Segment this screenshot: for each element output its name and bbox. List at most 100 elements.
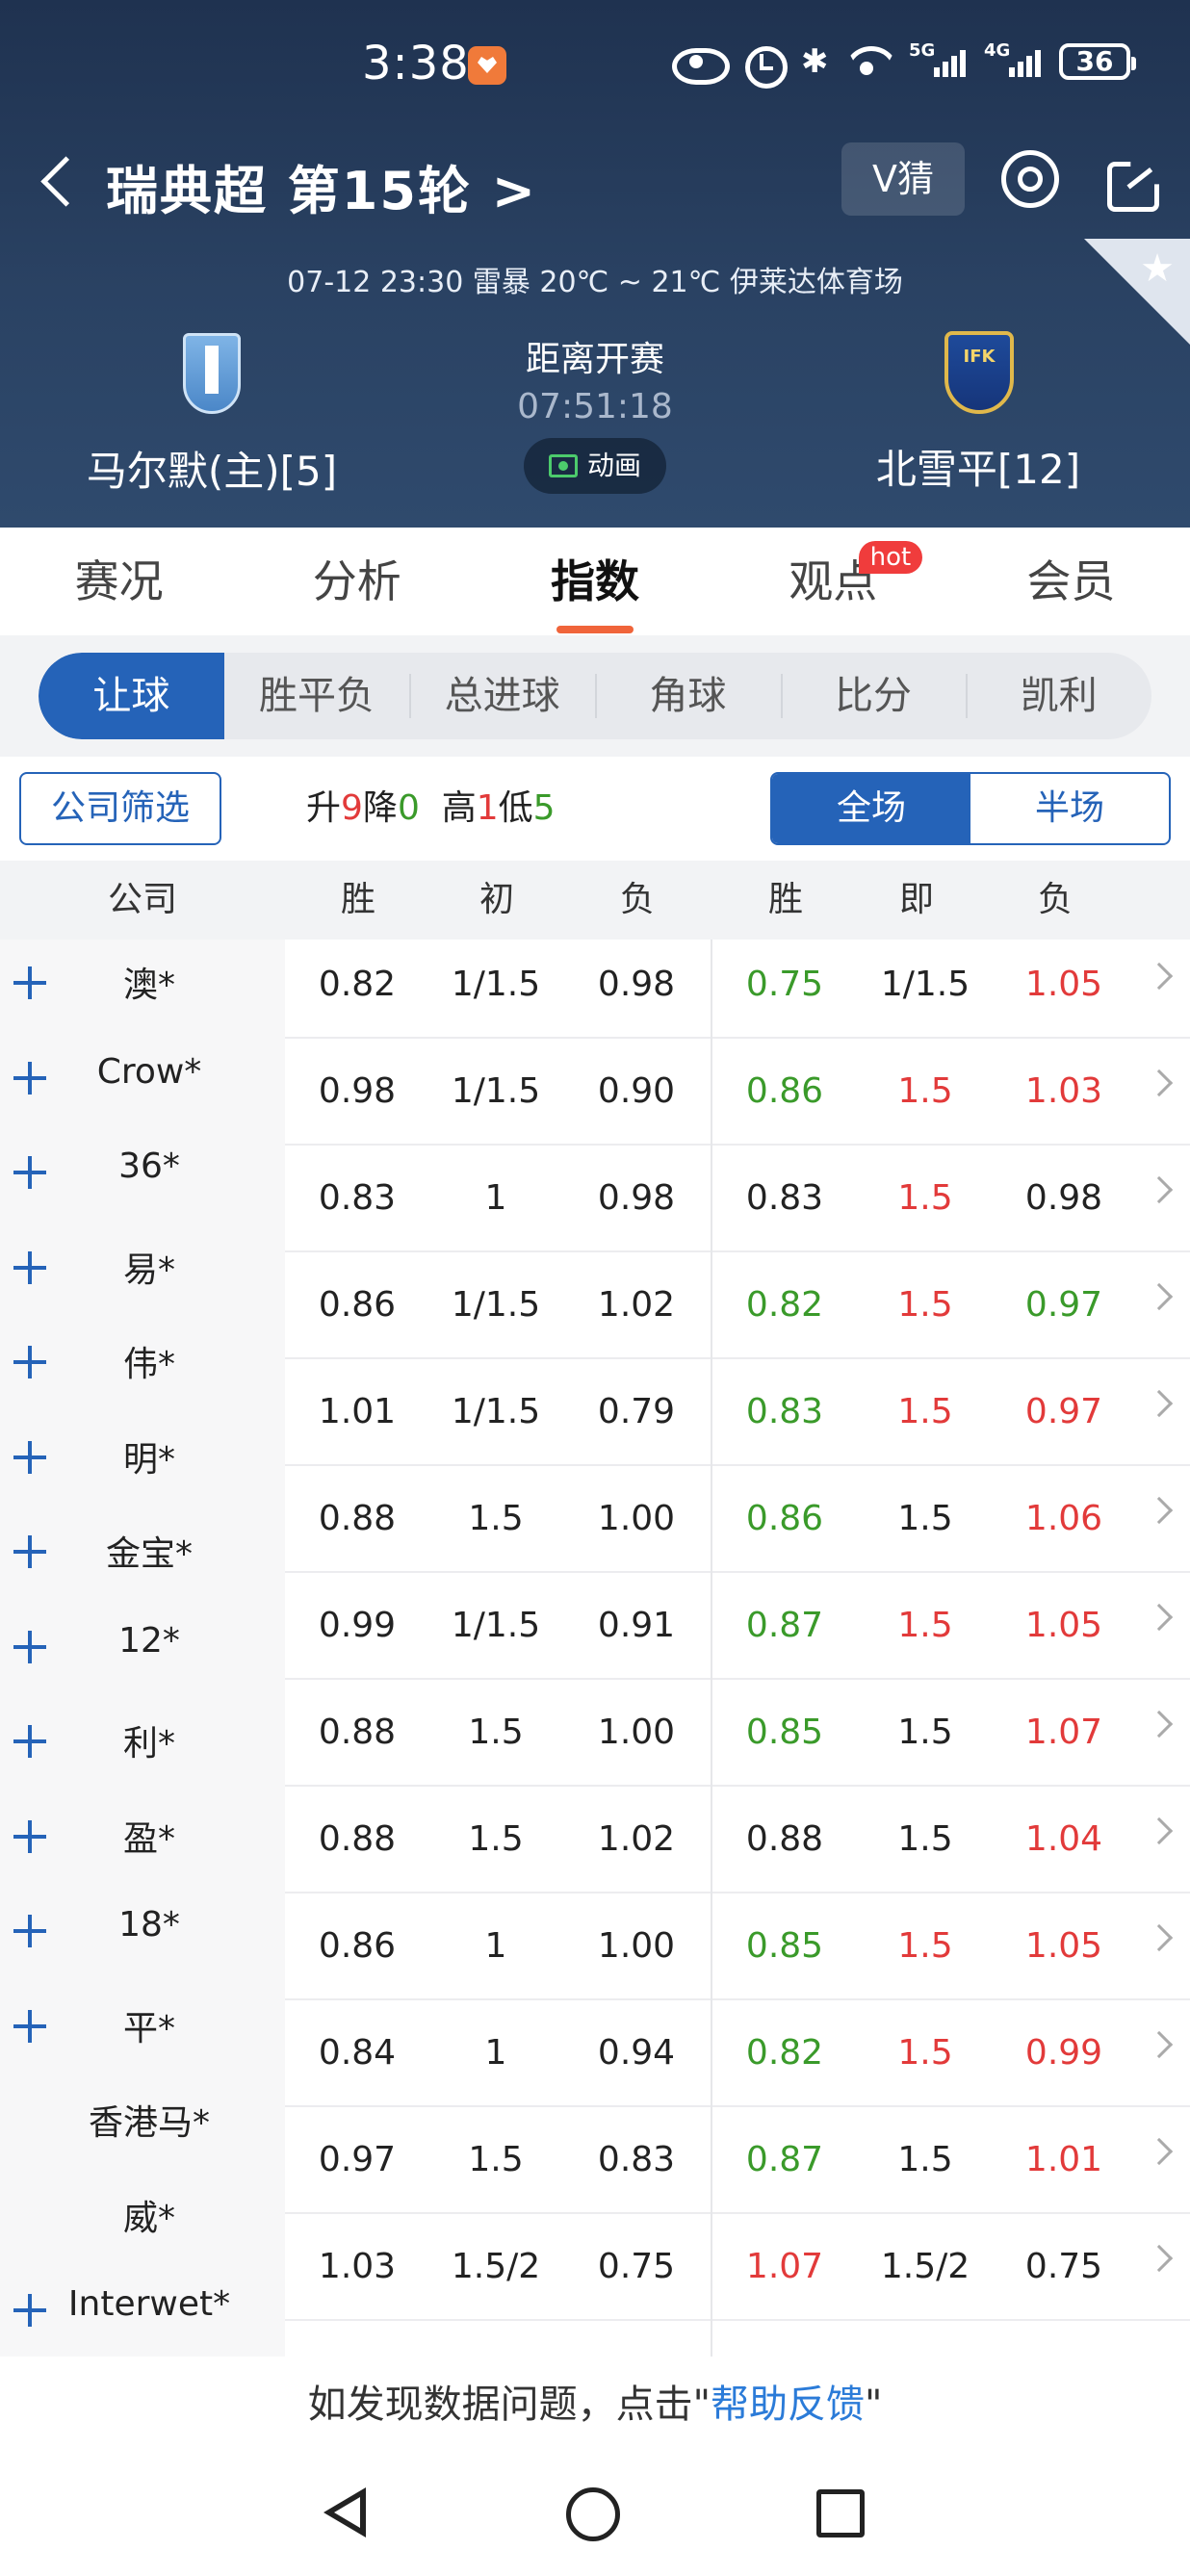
target-icon[interactable] bbox=[1001, 150, 1059, 208]
company-row[interactable]: 威* bbox=[0, 2173, 285, 2267]
company-row[interactable]: 平* bbox=[0, 1983, 285, 2077]
chevron-right-icon[interactable] bbox=[1145, 1282, 1174, 1311]
half-time-option[interactable]: 半场 bbox=[970, 774, 1169, 843]
chevron-right-icon[interactable] bbox=[1145, 2030, 1174, 2059]
chevron-right-icon[interactable] bbox=[1145, 2244, 1174, 2273]
chevron-right-icon[interactable] bbox=[1145, 962, 1174, 991]
odds-row[interactable]: 0.86 1/1.5 1.02 0.82 1.5 0.97 bbox=[285, 1252, 1190, 1359]
company-row[interactable]: 盈* bbox=[0, 1793, 285, 1888]
subtab-kelly[interactable]: 凯利 bbox=[966, 653, 1151, 739]
init-handicap: 1.5 bbox=[468, 2140, 524, 2179]
init-away-odds: 0.98 bbox=[597, 965, 676, 1004]
help-feedback-link[interactable]: 帮助反馈 bbox=[711, 2383, 865, 2427]
subtab-total-goals[interactable]: 总进球 bbox=[409, 653, 595, 739]
live-home-odds: 0.82 bbox=[745, 2033, 824, 2073]
company-row[interactable]: 澳* bbox=[0, 940, 285, 1034]
tab-odds[interactable]: 指数 bbox=[476, 528, 713, 635]
vguess-button[interactable]: V猜 bbox=[841, 142, 965, 216]
odds-row[interactable]: 0.88 1.5 1.02 0.88 1.5 1.04 bbox=[285, 1787, 1190, 1893]
odds-row[interactable]: 0.88 1.5 1.00 0.85 1.5 1.07 bbox=[285, 1680, 1190, 1787]
tab-opinions[interactable]: 观点 hot bbox=[714, 528, 952, 635]
back-icon[interactable] bbox=[37, 156, 79, 206]
chevron-right-icon[interactable] bbox=[1145, 1710, 1174, 1739]
company-name: 威* bbox=[122, 2198, 175, 2238]
odds-row[interactable]: 0.84 1 0.94 0.82 1.5 0.99 bbox=[285, 2000, 1190, 2107]
chevron-right-icon[interactable] bbox=[1145, 1389, 1174, 1418]
odds-row[interactable]: 0.98 1/1.5 0.90 0.86 1.5 1.03 bbox=[285, 1039, 1190, 1146]
odds-row[interactable]: 0.99 1/1.5 0.91 0.87 1.5 1.05 bbox=[285, 1573, 1190, 1680]
live-handicap: 1.5 bbox=[897, 1819, 953, 1859]
company-row[interactable]: 香港马* bbox=[0, 2077, 285, 2172]
live-handicap: 1.5 bbox=[897, 2140, 953, 2179]
chevron-right-icon[interactable] bbox=[1145, 1923, 1174, 1952]
tab-analysis[interactable]: 分析 bbox=[238, 528, 476, 635]
chevron-right-icon[interactable] bbox=[1145, 1069, 1174, 1097]
init-away-odds: 0.75 bbox=[597, 2247, 676, 2286]
nav-recent-icon[interactable] bbox=[816, 2489, 865, 2537]
hot-badge: hot bbox=[858, 541, 923, 574]
company-row[interactable]: 利* bbox=[0, 1698, 285, 1792]
home-team-logo bbox=[178, 333, 246, 424]
live-handicap: 1.5 bbox=[897, 1606, 953, 1645]
share-icon[interactable] bbox=[1107, 152, 1159, 204]
company-row[interactable]: Crow* bbox=[0, 1035, 285, 1129]
init-away-odds: 1.00 bbox=[597, 1926, 676, 1966]
company-row[interactable]: Interwet* bbox=[0, 2267, 285, 2357]
league-round-title[interactable]: 瑞典超 第15轮 > bbox=[106, 148, 537, 224]
init-home-odds: 1.03 bbox=[318, 2247, 397, 2286]
away-team[interactable]: 北雪平[12] bbox=[815, 327, 1142, 496]
column-divider bbox=[711, 940, 712, 2357]
company-row[interactable]: 伟* bbox=[0, 1319, 285, 1413]
full-time-option[interactable]: 全场 bbox=[772, 774, 970, 843]
odds-row[interactable]: 0.88 1.5 1.00 0.86 1.5 1.06 bbox=[285, 1466, 1190, 1573]
nav-home-icon[interactable] bbox=[566, 2487, 620, 2541]
init-handicap: 1/1.5 bbox=[451, 1392, 541, 1431]
init-home-odds: 0.88 bbox=[318, 1819, 397, 1859]
header-live-line: 即 bbox=[898, 880, 934, 919]
chevron-right-icon[interactable] bbox=[1145, 2137, 1174, 2166]
company-name: 12* bbox=[118, 1620, 180, 1661]
company-row[interactable]: 明* bbox=[0, 1414, 285, 1508]
company-row[interactable]: 18* bbox=[0, 1888, 285, 1982]
odds-row[interactable]: 0.86 1 1.00 0.85 1.5 1.05 bbox=[285, 1893, 1190, 2000]
chevron-right-icon[interactable] bbox=[1145, 1816, 1174, 1845]
odds-table: 澳* Crow* 36* 易* 伟* 明* 金宝* 12* 利* 盈* 18* 平* 香港马* 威* Int… bbox=[0, 940, 1190, 2357]
odds-row[interactable]: 0.83 1 0.98 0.83 1.5 0.98 bbox=[285, 1146, 1190, 1252]
star-icon[interactable]: ★ bbox=[1140, 246, 1175, 291]
odds-row[interactable]: 1.01 1/1.5 0.79 0.83 1.5 0.97 bbox=[285, 1359, 1190, 1466]
company-filter-button[interactable]: 公司筛选 bbox=[19, 772, 221, 845]
chevron-right-icon[interactable] bbox=[1145, 1496, 1174, 1525]
company-row[interactable]: 36* bbox=[0, 1129, 285, 1224]
init-home-odds: 0.88 bbox=[318, 1499, 397, 1538]
init-away-odds: 1.00 bbox=[597, 1713, 676, 1752]
init-home-odds: 0.84 bbox=[318, 2033, 397, 2073]
animation-button[interactable]: 动画 bbox=[524, 438, 666, 494]
odds-row[interactable]: 0.97 1.5 0.83 0.87 1.5 1.01 bbox=[285, 2107, 1190, 2214]
subtab-corners[interactable]: 角球 bbox=[595, 653, 781, 739]
filter-row: 公司筛选 升9降0 高1低5 全场 半场 bbox=[0, 757, 1190, 861]
nav-back-icon[interactable] bbox=[323, 2487, 372, 2541]
signal-4g-icon: 4G bbox=[984, 40, 1042, 81]
chevron-right-icon[interactable] bbox=[1145, 1603, 1174, 1632]
subtab-score[interactable]: 比分 bbox=[780, 653, 967, 739]
init-home-odds: 0.98 bbox=[318, 1071, 397, 1111]
company-name: 明* bbox=[122, 1439, 175, 1480]
company-row[interactable]: 12* bbox=[0, 1604, 285, 1698]
tab-live[interactable]: 赛况 bbox=[0, 528, 238, 635]
subtab-handicap[interactable]: 让球 bbox=[39, 653, 224, 739]
company-row[interactable]: 金宝* bbox=[0, 1508, 285, 1603]
top-bar: 瑞典超 第15轮 > V猜 bbox=[0, 142, 1190, 221]
odds-row[interactable]: 1.03 1.5/2 0.75 1.07 1.5/2 0.75 bbox=[285, 2214, 1190, 2321]
subtab-1x2[interactable]: 胜平负 bbox=[224, 653, 410, 739]
init-home-odds: 0.86 bbox=[318, 1285, 397, 1325]
chevron-right-icon[interactable] bbox=[1145, 1175, 1174, 1204]
odds-row[interactable]: 0.82 1/1.5 0.98 0.75 1/1.5 1.05 bbox=[285, 940, 1190, 1039]
home-team[interactable]: 马尔默(主)[5] bbox=[48, 327, 375, 498]
init-home-odds: 0.82 bbox=[318, 965, 397, 1004]
company-row[interactable]: 易* bbox=[0, 1224, 285, 1319]
live-handicap: 1.5 bbox=[897, 1713, 953, 1752]
tab-membership[interactable]: 会员 bbox=[952, 528, 1190, 635]
init-handicap: 1.5 bbox=[468, 1499, 524, 1538]
live-home-odds: 0.88 bbox=[745, 1819, 824, 1859]
init-home-odds: 0.88 bbox=[318, 1713, 397, 1752]
